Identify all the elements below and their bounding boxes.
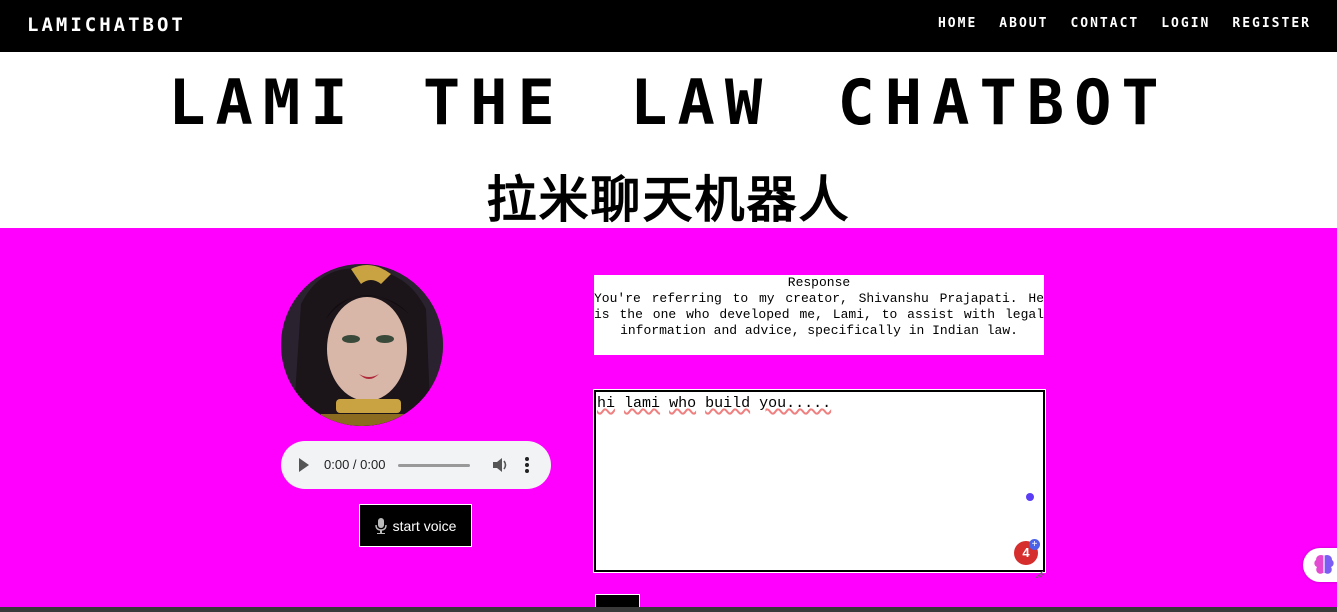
bottom-bar xyxy=(0,607,1337,612)
response-panel: Response You're referring to my creator,… xyxy=(594,275,1044,355)
start-voice-label: start voice xyxy=(392,517,457,534)
nav-links: HOME ABOUT CONTACT LOGIN REGISTER xyxy=(938,16,1311,31)
play-icon[interactable] xyxy=(299,458,309,472)
extension-widget[interactable] xyxy=(1303,548,1337,582)
more-options-icon[interactable] xyxy=(522,456,532,474)
chat-input[interactable]: hi lami who build you..... xyxy=(593,389,1046,573)
chatbot-avatar xyxy=(281,264,443,426)
input-word: build xyxy=(705,395,751,412)
response-text: You're referring to my creator, Shivansh… xyxy=(594,291,1044,338)
volume-icon[interactable] xyxy=(491,457,509,473)
input-word: who xyxy=(669,395,697,412)
cursor-dot-icon xyxy=(1026,493,1034,501)
page-subtitle: 拉米聊天机器人 xyxy=(486,170,851,229)
audio-player: 0:00 / 0:00 xyxy=(281,441,551,489)
nav-login[interactable]: LOGIN xyxy=(1161,16,1210,31)
input-word: hi xyxy=(597,395,616,412)
avatar-portrait-icon xyxy=(281,264,443,426)
response-title: Response xyxy=(787,275,851,290)
grammar-plus-icon: + xyxy=(1029,539,1040,550)
nav-register[interactable]: REGISTER xyxy=(1232,16,1311,31)
page-title: LAMI THE LAW CHATBOT xyxy=(168,66,1169,139)
brand-logo[interactable]: LAMICHATBOT xyxy=(27,14,186,36)
page-header: LAMI THE LAW CHATBOT 拉米聊天机器人 xyxy=(0,52,1337,229)
input-word: lami xyxy=(624,395,661,412)
resize-grip-icon[interactable] xyxy=(1035,563,1044,579)
nav-about[interactable]: ABOUT xyxy=(999,16,1048,31)
audio-progress-slider[interactable] xyxy=(398,464,470,467)
start-voice-button[interactable]: start voice xyxy=(359,504,472,547)
input-word: you..... xyxy=(759,395,832,412)
audio-time: 0:00 / 0:00 xyxy=(324,457,386,472)
brain-icon xyxy=(1314,555,1334,574)
navbar: LAMICHATBOT HOME ABOUT CONTACT LOGIN REG… xyxy=(0,0,1337,52)
nav-home[interactable]: HOME xyxy=(938,16,977,31)
nav-contact[interactable]: CONTACT xyxy=(1070,16,1139,31)
microphone-icon xyxy=(374,517,387,534)
